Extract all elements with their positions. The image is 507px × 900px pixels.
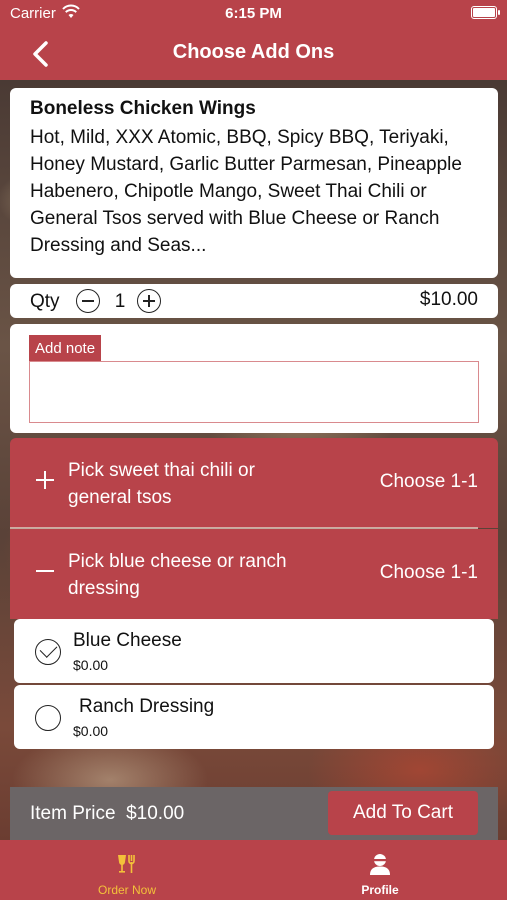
option-name: Ranch Dressing: [79, 696, 215, 717]
checkmark-icon: [39, 640, 58, 658]
add-note-label: Add note: [29, 335, 102, 361]
tab-bar: Order Now Profile: [0, 840, 507, 900]
tab-profile[interactable]: Profile: [313, 840, 447, 900]
item-description-card: Boneless Chicken Wings Hot, Mild, XXX At…: [10, 88, 498, 278]
item-name: Boneless Chicken Wings: [30, 98, 256, 119]
group-choose-rule: Choose 1-1: [379, 471, 478, 492]
note-card: Add note: [10, 324, 498, 433]
item-price: $10.00: [419, 289, 478, 310]
qty-label: Qty: [30, 291, 60, 312]
nav-bar: Choose Add Ons: [0, 28, 507, 80]
group-choose-rule: Choose 1-1: [379, 562, 478, 583]
item-description: Hot, Mild, XXX Atomic, BBQ, Spicy BBQ, T…: [30, 127, 462, 256]
group-title: Pick sweet thai chili or general tsos: [68, 460, 255, 508]
minus-icon: [36, 562, 54, 580]
decrease-quantity-button[interactable]: [76, 289, 100, 313]
plus-icon: [36, 471, 54, 489]
option-price: $0.00: [73, 657, 109, 673]
group-title: Pick blue cheese or ranch dressing: [68, 551, 287, 599]
status-bar: Carrier 6:15 PM: [0, 0, 507, 28]
fork-glass-icon: [118, 855, 135, 873]
tab-order-now[interactable]: Order Now: [60, 840, 194, 900]
status-time: 6:15 PM: [225, 5, 282, 22]
add-to-cart-button[interactable]: Add To Cart: [328, 791, 478, 835]
item-price-label: Item Price: [30, 803, 116, 824]
option-group-dressing[interactable]: Pick blue cheese or ranch dressing Choos…: [10, 529, 498, 619]
person-icon: [370, 854, 390, 875]
cart-footer: Item Price $10.00 Add To Cart: [10, 787, 498, 840]
option-price: $0.00: [73, 723, 109, 739]
quantity-row: Qty 1 $10.00: [10, 284, 498, 318]
battery-icon: [471, 6, 500, 19]
tab-label: Profile: [361, 883, 399, 897]
page-title: Choose Add Ons: [172, 41, 335, 63]
option-blue-cheese[interactable]: Blue Cheese $0.00: [14, 619, 494, 683]
option-ranch-dressing[interactable]: Ranch Dressing $0.00: [14, 685, 494, 749]
radio-checked[interactable]: [35, 639, 61, 665]
option-name: Blue Cheese: [73, 630, 182, 651]
quantity-value: 1: [114, 291, 126, 312]
tab-label: Order Now: [97, 883, 156, 897]
increase-quantity-button[interactable]: [137, 289, 161, 313]
footer-item-price: Item Price $10.00: [30, 803, 184, 825]
option-group-thai-chili-tsos[interactable]: Pick sweet thai chili or general tsos Ch…: [10, 438, 498, 528]
item-price-value: $10.00: [126, 803, 185, 824]
note-input[interactable]: [29, 361, 479, 423]
radio-unchecked[interactable]: [35, 705, 61, 731]
